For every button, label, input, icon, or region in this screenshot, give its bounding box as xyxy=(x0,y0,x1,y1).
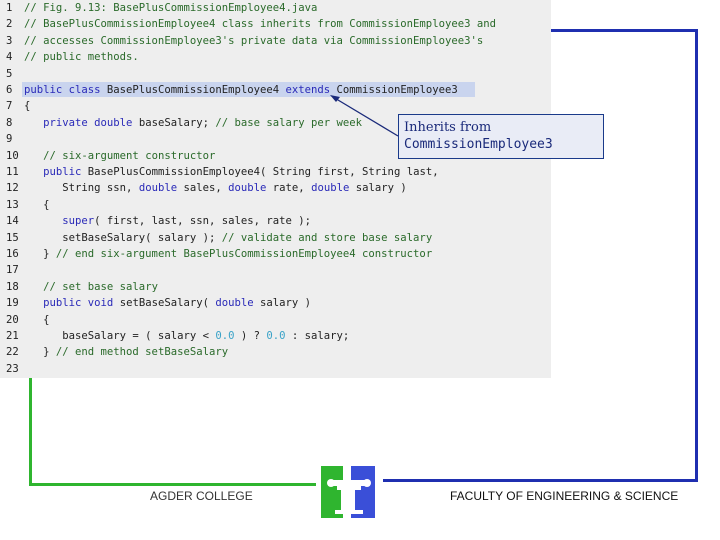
callout-box: Inherits from CommissionEmployee3 xyxy=(398,114,604,159)
callout-arrow-icon xyxy=(330,95,399,137)
agder-college-logo-icon xyxy=(321,466,375,518)
callout-text-line1: Inherits from xyxy=(404,120,492,135)
callout-text-line2: CommissionEmployee3 xyxy=(404,137,553,152)
footer-college-name: AGDER COLLEGE xyxy=(150,489,253,503)
footer-faculty-name: FACULTY OF ENGINEERING & SCIENCE xyxy=(450,489,679,503)
